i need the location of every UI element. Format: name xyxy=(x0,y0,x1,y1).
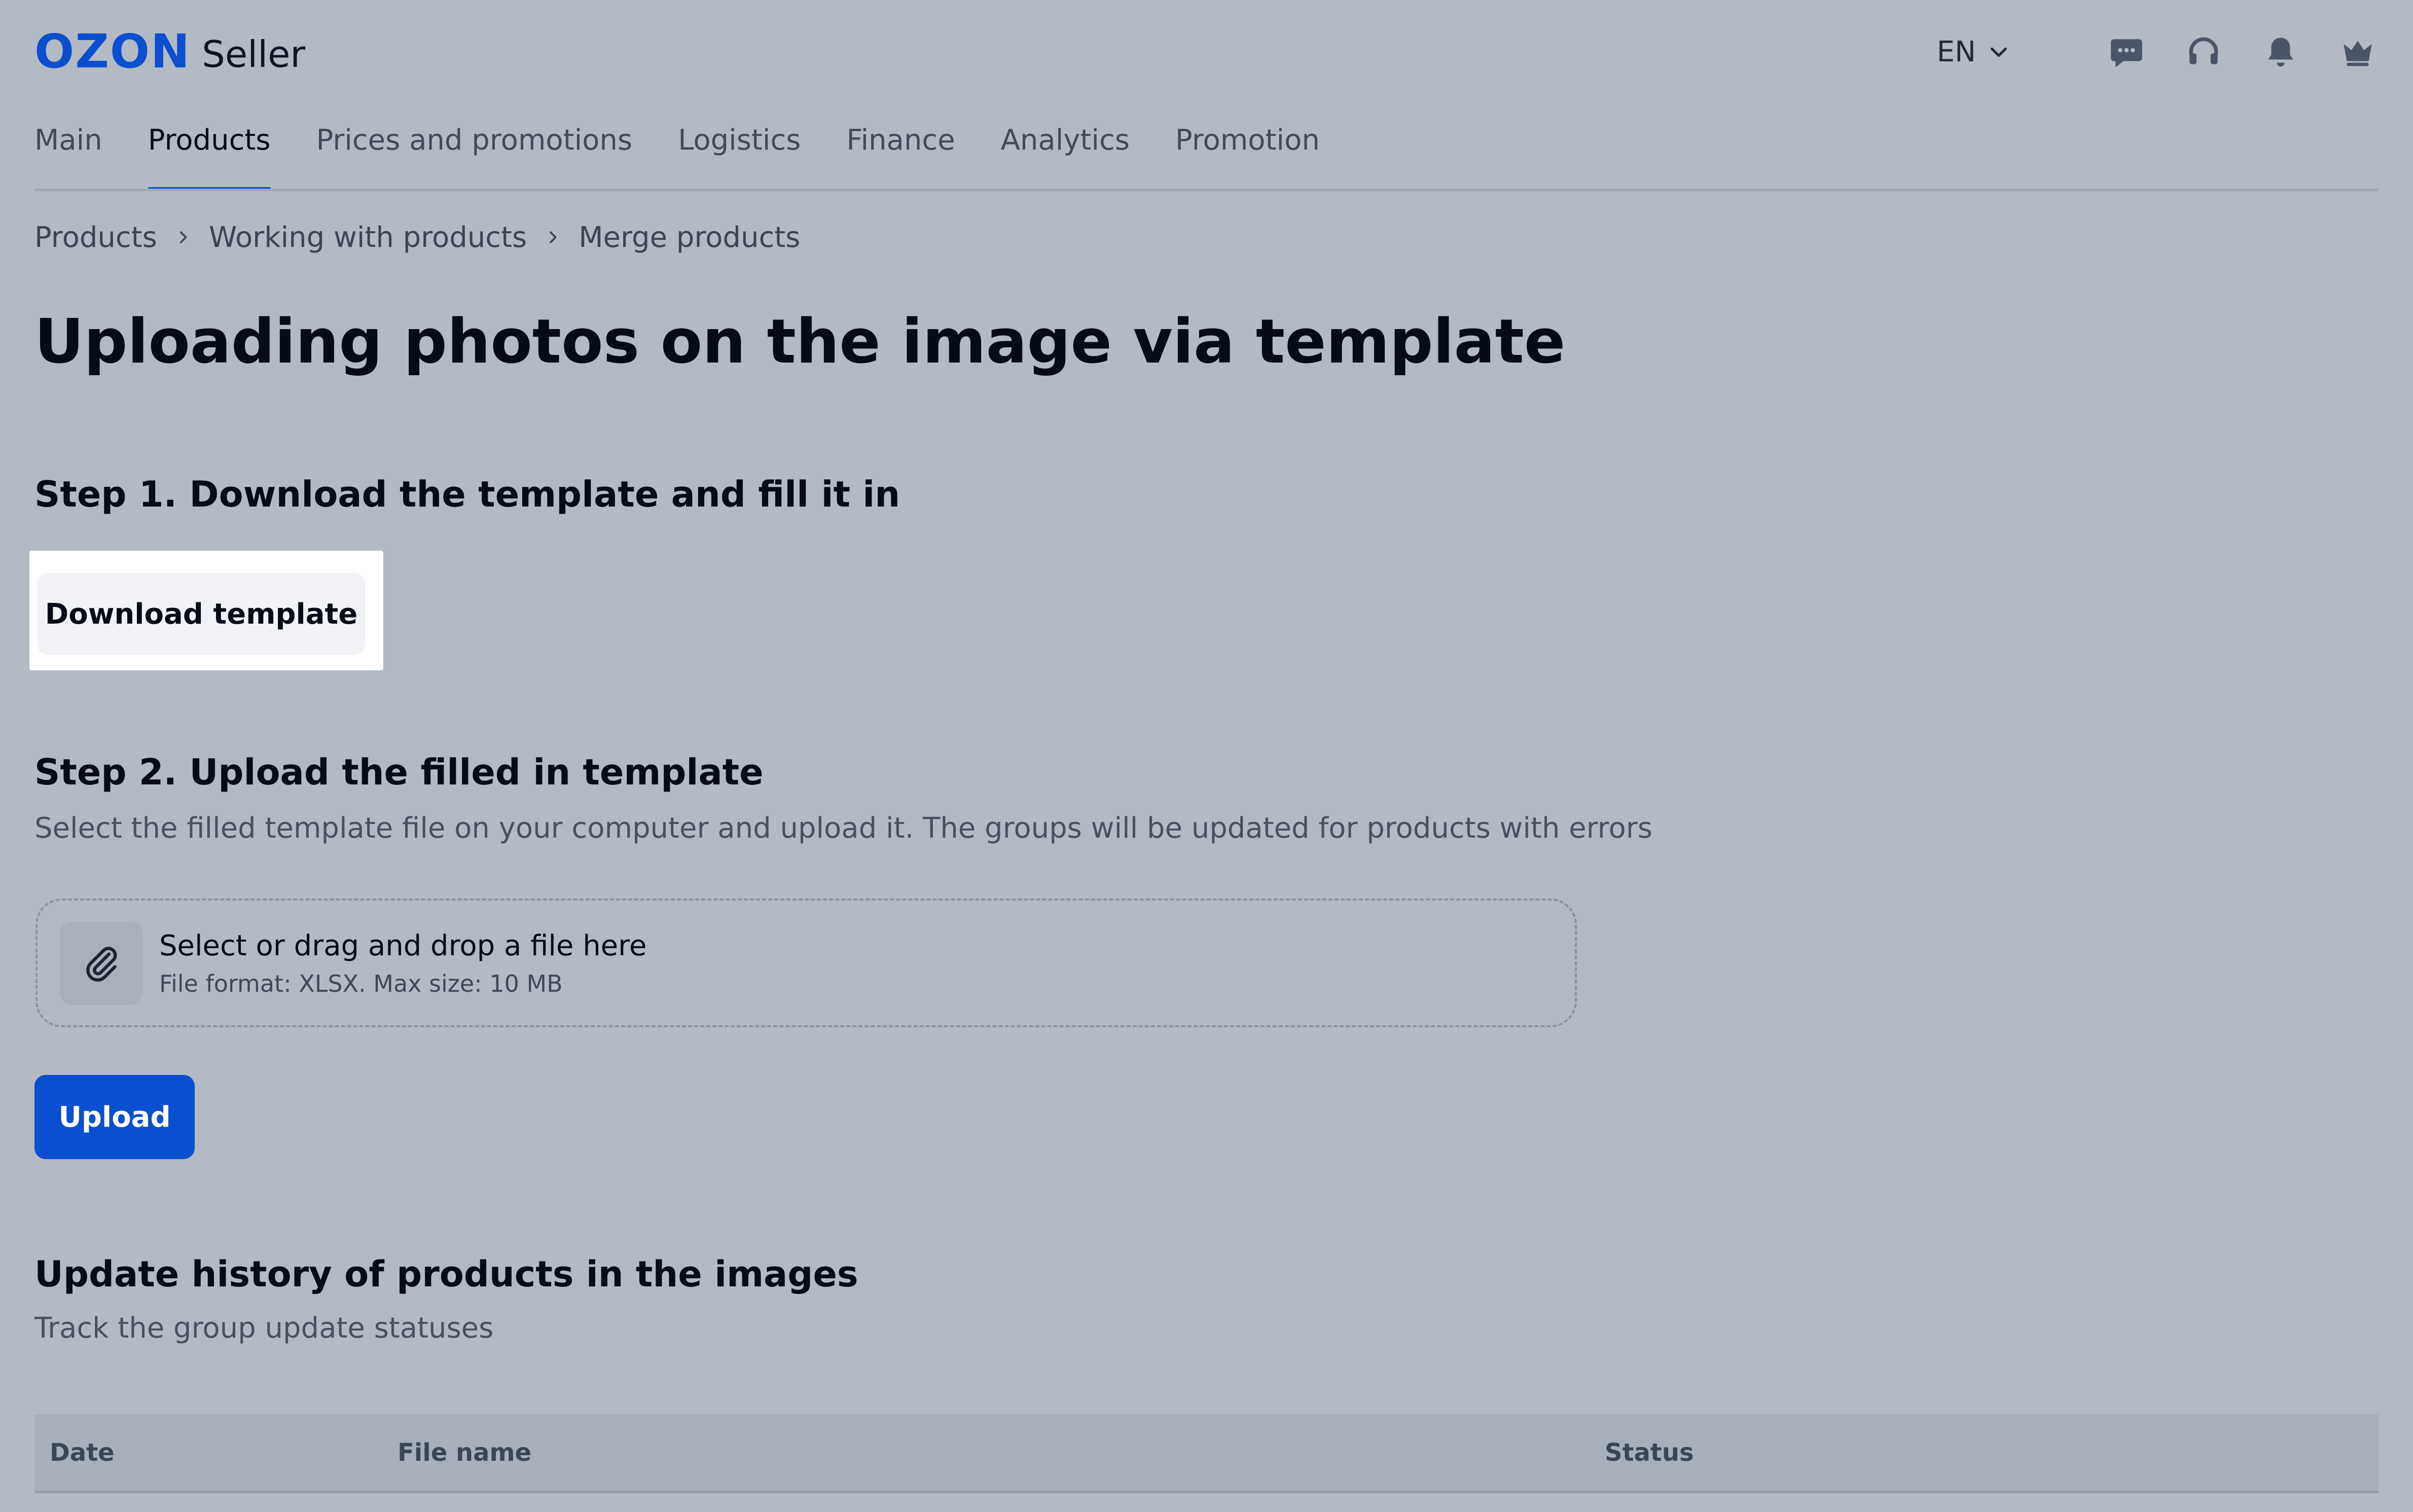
premium-button[interactable] xyxy=(2337,31,2379,73)
notifications-button[interactable] xyxy=(2260,31,2301,73)
page: OZON Seller EN Main Products Prices and … xyxy=(0,0,2413,1512)
breadcrumb: Products Working with products Merge pro… xyxy=(34,218,800,257)
nav-item-finance[interactable]: Finance xyxy=(846,122,955,191)
history-description: Track the group update statuses xyxy=(34,1312,494,1345)
header-actions: EN xyxy=(1937,26,2379,77)
step2-title: Step 2. Upload the filled in template xyxy=(34,751,764,793)
chevron-down-icon xyxy=(1991,47,2007,57)
chevron-right-icon xyxy=(174,229,192,246)
column-header-file-name[interactable]: File name xyxy=(398,1415,531,1491)
headset-icon xyxy=(2189,37,2218,64)
history-title: Update history of products in the images xyxy=(34,1253,858,1295)
bell-icon xyxy=(2268,38,2293,67)
nav-item-analytics[interactable]: Analytics xyxy=(1001,122,1130,191)
nav-item-prices-and-promotions[interactable]: Prices and promotions xyxy=(316,122,633,191)
language-selector[interactable]: EN xyxy=(1937,35,2010,68)
breadcrumb-merge-products: Merge products xyxy=(579,221,801,254)
logo-product: Seller xyxy=(202,33,306,76)
page-title: Uploading photos on the image via templa… xyxy=(34,307,1566,377)
breadcrumb-working-with-products[interactable]: Working with products xyxy=(209,221,527,254)
upload-button[interactable]: Upload xyxy=(34,1075,195,1159)
attach-button[interactable] xyxy=(60,922,143,1005)
dropzone-title: Select or drag and drop a file here xyxy=(159,929,647,962)
logo-brand: OZON xyxy=(34,24,191,79)
crown-icon xyxy=(2344,41,2372,66)
main-nav: Main Products Prices and promotions Logi… xyxy=(34,122,1365,191)
column-header-status[interactable]: Status xyxy=(1605,1415,1694,1491)
dropzone-hint: File format: XLSX. Max size: 10 MB xyxy=(159,970,563,997)
chevron-right-icon xyxy=(544,229,561,246)
step2-description: Select the filled template file on your … xyxy=(34,812,1652,845)
download-template-button[interactable]: Download template xyxy=(38,573,365,655)
paperclip-icon xyxy=(86,947,117,982)
nav-item-logistics[interactable]: Logistics xyxy=(678,122,801,191)
chat-icon xyxy=(2111,39,2142,67)
breadcrumb-products[interactable]: Products xyxy=(34,221,157,254)
nav-item-main[interactable]: Main xyxy=(34,122,102,191)
file-dropzone[interactable]: Select or drag and drop a file here File… xyxy=(35,898,1577,1027)
nav-item-products[interactable]: Products xyxy=(148,122,271,191)
nav-divider xyxy=(34,189,2379,191)
step1-title: Step 1. Download the template and fill i… xyxy=(34,474,901,515)
history-table-header: Date File name Status xyxy=(34,1415,2379,1493)
support-button[interactable] xyxy=(2183,31,2224,73)
language-label: EN xyxy=(1936,35,1976,68)
nav-item-promotion[interactable]: Promotion xyxy=(1175,122,1320,191)
ozon-seller-logo[interactable]: OZON Seller xyxy=(34,26,305,77)
chat-button[interactable] xyxy=(2106,31,2147,73)
column-header-date[interactable]: Date xyxy=(50,1415,115,1491)
